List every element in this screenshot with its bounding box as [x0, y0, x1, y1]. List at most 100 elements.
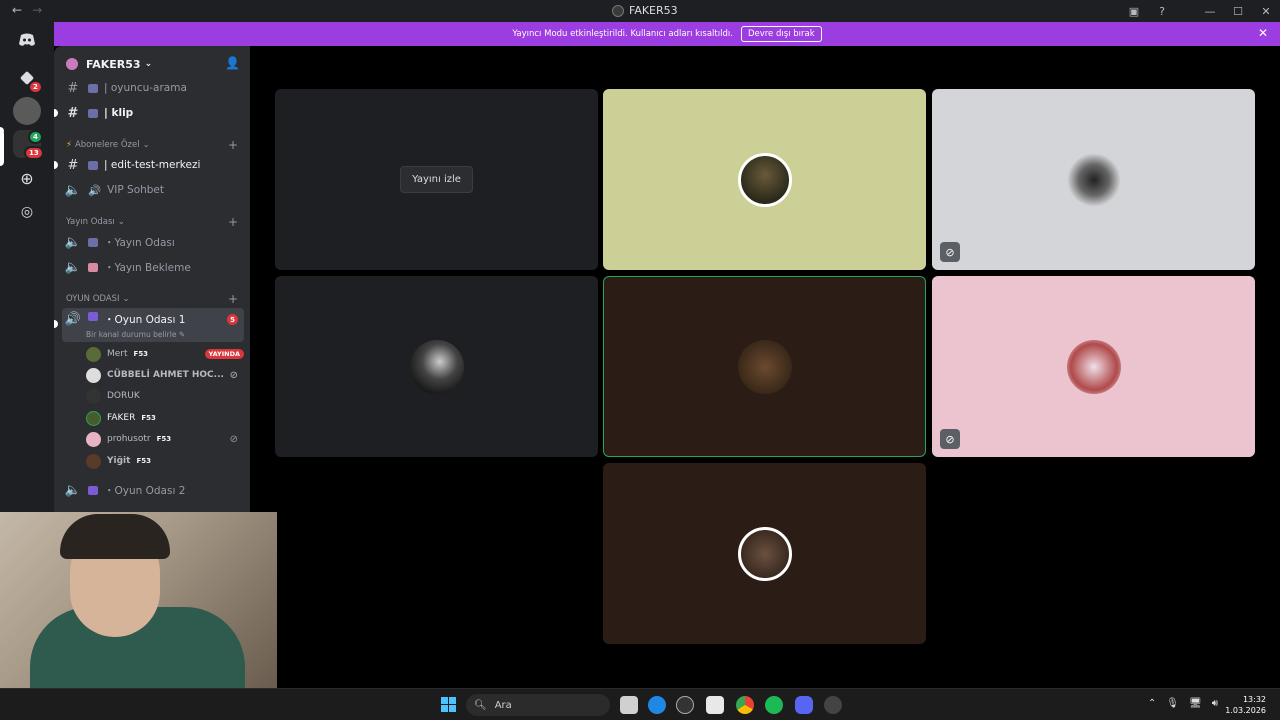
voice-stage: Yayını izle ⊘ ⊘ [250, 46, 1280, 688]
category-abonelere-ozel[interactable]: ⚡ Abonelere Özel ⌄ + [66, 138, 244, 152]
channel-yayin-odasi[interactable]: 🔈 ・Yayın Odası [62, 231, 244, 253]
channel-yayin-bekleme[interactable]: 🔈 ・Yayın Bekleme [62, 256, 244, 278]
add-channel-icon[interactable]: + [228, 215, 238, 229]
taskbar: 🔍︎ Ara ⌃ 🎙︎ 🖥︎ 🔊︎ 13:32 1.03.2026 [0, 688, 1280, 720]
discover-icon[interactable]: ◎ [13, 198, 41, 226]
channel-vip-sohbet[interactable]: 🔈 🔊 VIP Sohbet [62, 179, 244, 201]
avatar [86, 388, 101, 404]
clock[interactable]: 13:32 1.03.2026 [1225, 694, 1266, 716]
streamer-mode-banner: Yayıncı Modu etkinleştirildi. Kullanıcı … [54, 22, 1280, 46]
notification-badge: 2 [28, 80, 43, 94]
maximize-icon[interactable]: ☐ [1224, 5, 1252, 18]
microphone-icon[interactable]: 🎙︎ [1166, 698, 1179, 709]
deafened-icon: ⊘ [940, 242, 960, 262]
webcam-overlay [0, 512, 277, 688]
participant-tile[interactable]: ⊘ [932, 276, 1255, 457]
avatar [86, 431, 101, 447]
voice-user[interactable]: Yiğit F53 [86, 451, 244, 471]
discord-home-icon[interactable] [13, 26, 41, 54]
speaker-icon: 🔈 [64, 482, 82, 498]
search-box[interactable]: 🔍︎ Ara [466, 694, 610, 716]
channel-klip[interactable]: # | klip [54, 102, 244, 124]
stream-tile[interactable]: Yayını izle [275, 89, 598, 270]
speaker-active-icon: 🔊 [64, 312, 82, 327]
text-channel-icon: # [67, 105, 79, 121]
banner-message: Yayıncı Modu etkinleştirildi. Kullanıcı … [512, 29, 733, 39]
chevron-down-icon: ⌄ [144, 59, 153, 69]
notification-badge: 13 [24, 146, 44, 160]
channel-oyun-odasi-2[interactable]: 🔈 ・Oyun Odası 2 [62, 479, 244, 501]
window-title: FAKER53 [612, 4, 678, 17]
voice-user[interactable]: CÜBBELİ AHMET HOC... ⊘ [86, 365, 244, 385]
back-arrow-icon[interactable]: ← [12, 3, 22, 17]
text-channel-icon: # [67, 80, 79, 96]
participant-tile[interactable] [603, 463, 926, 644]
avatar [737, 152, 792, 207]
participant-tile[interactable] [275, 276, 598, 457]
minimize-icon[interactable]: — [1196, 5, 1224, 18]
title-bar: ← → FAKER53 ▣ ? — ☐ ✕ [0, 0, 1280, 22]
spotify-icon[interactable] [765, 696, 783, 714]
start-icon[interactable] [441, 697, 456, 712]
task-view-icon[interactable] [620, 696, 638, 714]
voice-user[interactable]: prohusotr F53 ⊘ [86, 429, 244, 449]
discord-taskbar-icon[interactable] [795, 696, 813, 714]
pencil-icon: ✎ [178, 330, 186, 339]
avatar [737, 339, 792, 394]
inbox-icon[interactable]: ▣ [1120, 5, 1148, 18]
avatar [737, 526, 792, 581]
chevron-down-icon: ⌄ [117, 217, 125, 227]
voice-count-badge: 4 [28, 130, 43, 144]
volume-icon[interactable]: 🔊︎ [1212, 698, 1218, 709]
category-oyun-odasi[interactable]: OYUN ODASI ⌄ + [66, 292, 244, 306]
add-server-icon[interactable]: ⊕ [13, 164, 41, 192]
avatar [1066, 339, 1121, 394]
avatar [86, 410, 101, 426]
avatar [1066, 152, 1121, 207]
server-avatar-icon [612, 4, 624, 17]
chevron-down-icon: ⌄ [122, 294, 130, 304]
participant-tile[interactable]: ⊘ [932, 89, 1255, 270]
avatar [86, 367, 101, 383]
user-count-badge: 5 [227, 314, 238, 325]
watch-stream-button[interactable]: Yayını izle [400, 166, 473, 193]
participant-tile-speaking[interactable] [603, 276, 926, 457]
text-channel-icon: # [67, 157, 79, 173]
channel-oyuncu-arama[interactable]: # | oyuncu-arama [62, 77, 244, 99]
bolt-icon: ⚡ [66, 140, 72, 150]
deafened-icon: ⊘ [229, 369, 238, 381]
forward-arrow-icon[interactable]: → [32, 3, 42, 17]
edge-icon[interactable] [648, 696, 666, 714]
add-channel-icon[interactable]: + [228, 138, 238, 152]
voice-user[interactable]: Mert F53 YAYINDA [86, 344, 244, 364]
category-yayin-odasi[interactable]: Yayın Odası ⌄ + [66, 215, 244, 229]
invite-people-icon[interactable]: 👤 [225, 56, 240, 70]
speaker-icon: 🔈 [64, 234, 82, 250]
voice-user[interactable]: DORUK [86, 386, 244, 406]
disable-streamer-mode-button[interactable]: Devre dışı bırak [740, 26, 822, 42]
chevron-up-icon[interactable]: ⌃ [1148, 698, 1156, 709]
store-icon[interactable] [706, 696, 724, 714]
deafened-icon: ⊘ [940, 429, 960, 449]
voice-user[interactable]: FAKER F53 [86, 408, 244, 428]
add-channel-icon[interactable]: + [228, 292, 238, 306]
close-banner-icon[interactable]: ✕ [1258, 26, 1268, 40]
guild-icon [66, 58, 78, 70]
participant-tile[interactable] [603, 89, 926, 270]
speaker-emoji-icon: 🔊 [88, 184, 102, 197]
server-avatar-1[interactable] [13, 97, 41, 125]
speaker-icon: 🔈 [64, 182, 82, 198]
channel-status[interactable]: Bir kanal durumu belirle ✎ [86, 330, 185, 339]
network-icon[interactable]: 🖥︎ [1189, 698, 1202, 709]
help-icon[interactable]: ? [1148, 5, 1176, 18]
chevron-down-icon: ⌄ [142, 140, 150, 150]
app-icon[interactable] [824, 696, 842, 714]
avatar [86, 453, 101, 469]
deafened-icon: ⊘ [229, 433, 238, 445]
speaker-icon: 🔈 [64, 259, 82, 275]
chrome-icon[interactable] [736, 696, 754, 714]
close-icon[interactable]: ✕ [1252, 5, 1280, 18]
channel-edit-test-merkezi[interactable]: # | edit-test-merkezi [54, 154, 244, 176]
avatar [86, 346, 101, 362]
media-player-icon[interactable] [676, 696, 694, 714]
